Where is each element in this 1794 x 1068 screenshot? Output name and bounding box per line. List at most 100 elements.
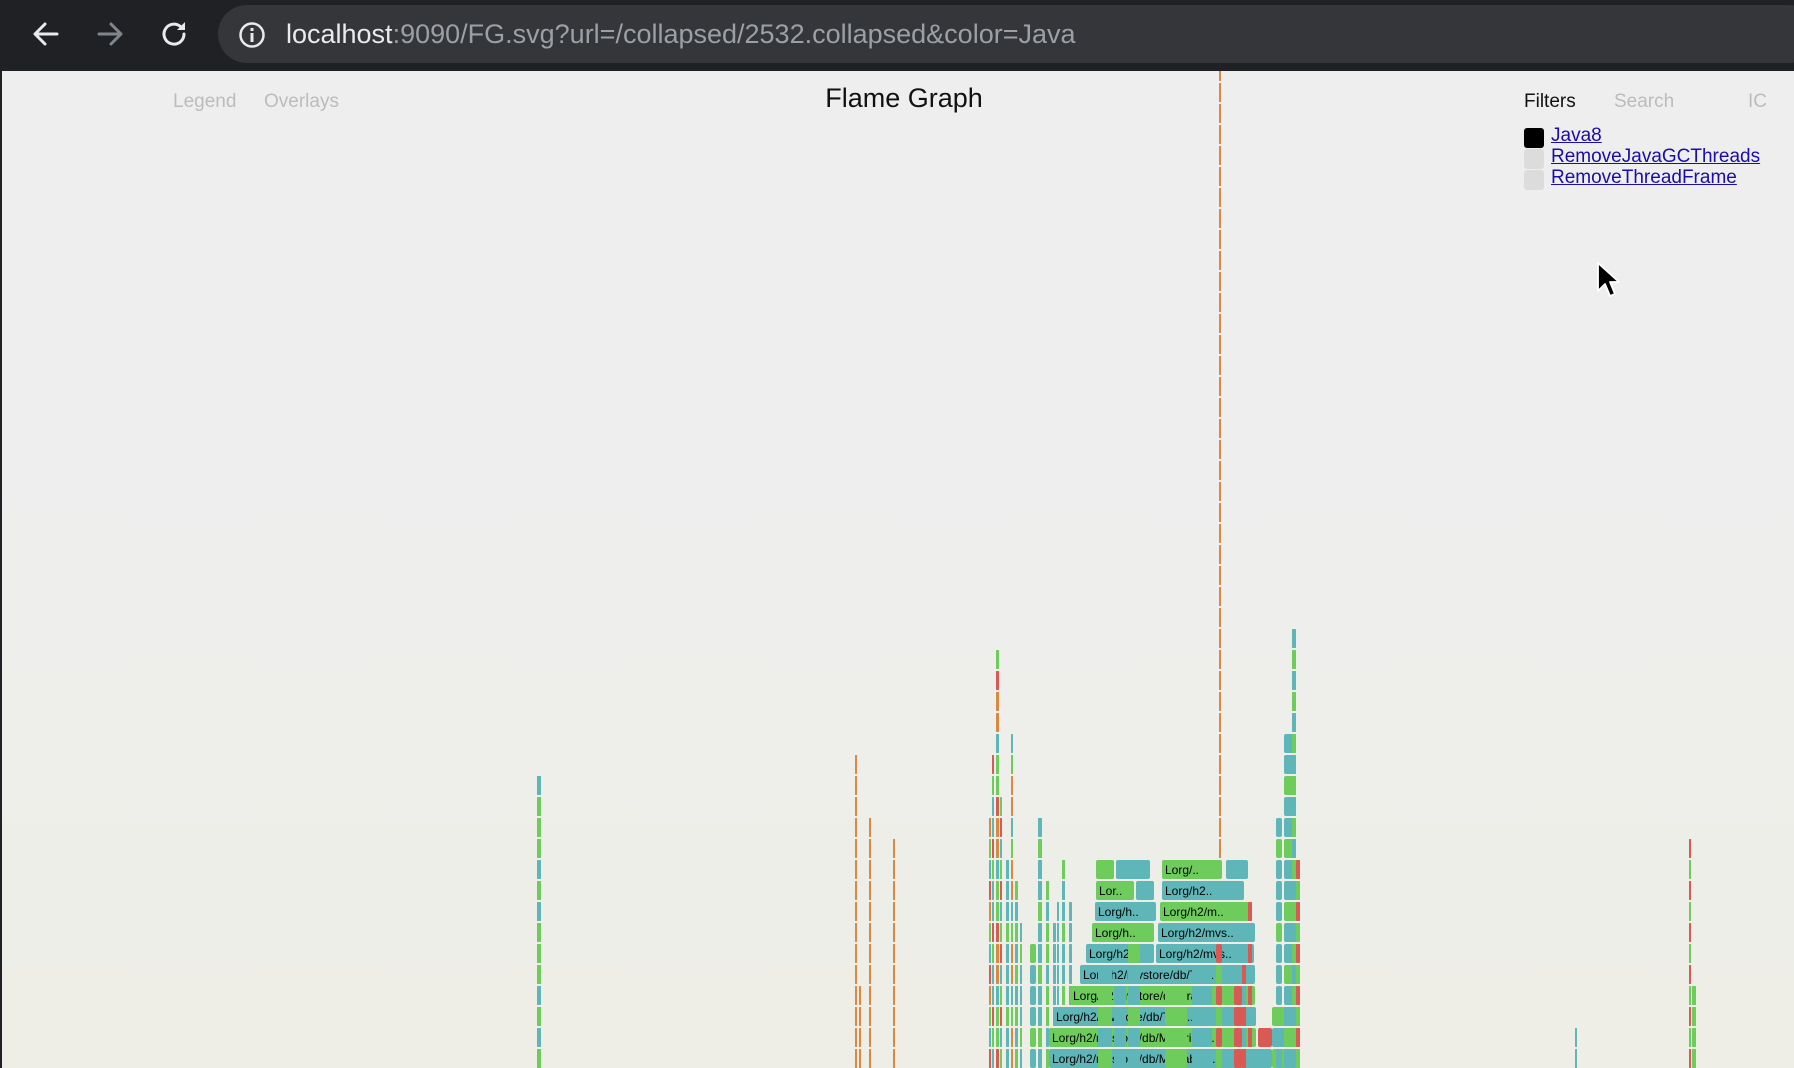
flame-frame[interactable] (1219, 230, 1221, 249)
flame-frame[interactable] (1015, 881, 1018, 900)
flame-frame[interactable] (869, 1028, 871, 1047)
flame-frame[interactable] (1242, 965, 1246, 984)
flame-frame[interactable] (893, 1049, 895, 1068)
flame-frame[interactable]: Lorg/h2/m.. (1160, 902, 1252, 921)
flame-frame[interactable] (1689, 1049, 1691, 1068)
flame-frame[interactable] (1292, 692, 1296, 711)
flame-frame[interactable] (869, 986, 871, 1005)
flame-frame[interactable] (1216, 1028, 1222, 1047)
flame-frame[interactable] (1030, 965, 1036, 984)
flame-frame[interactable] (855, 797, 857, 816)
flame-frame[interactable] (1011, 923, 1013, 942)
flame-frame[interactable] (1000, 818, 1002, 837)
flame-frame[interactable] (1015, 944, 1018, 963)
flame-frame[interactable] (1165, 986, 1187, 1005)
flame-frame[interactable] (1296, 902, 1300, 921)
flame-frame[interactable] (1248, 923, 1252, 942)
flame-frame[interactable] (893, 944, 895, 963)
flame-frame[interactable] (1030, 944, 1036, 963)
flame-frame[interactable] (1165, 1049, 1187, 1068)
flame-frame[interactable] (1011, 1028, 1013, 1047)
flame-frame[interactable] (1276, 902, 1282, 921)
flame-frame[interactable] (1006, 986, 1009, 1005)
flame-frame[interactable] (989, 1028, 991, 1047)
flame-frame[interactable] (989, 902, 991, 921)
flame-frame[interactable] (989, 986, 991, 1005)
flame-frame[interactable] (1219, 146, 1221, 165)
flame-frame[interactable] (537, 965, 541, 984)
flame-frame[interactable] (1219, 566, 1221, 585)
flame-frame[interactable] (1219, 776, 1221, 795)
flame-frame[interactable] (1015, 965, 1018, 984)
flame-frame[interactable] (1057, 923, 1059, 942)
flame-frame[interactable] (1219, 167, 1221, 186)
flame-frame[interactable] (1234, 1028, 1242, 1047)
flame-frame[interactable] (855, 944, 857, 963)
flame-frame[interactable] (1015, 1028, 1018, 1047)
flame-frame[interactable] (1057, 986, 1059, 1005)
flame-frame[interactable] (1006, 902, 1009, 921)
flame-frame[interactable] (1296, 881, 1300, 900)
flame-frame[interactable]: Lor.. (1096, 881, 1134, 900)
flame-frame[interactable] (1006, 1007, 1009, 1026)
flame-frame[interactable] (1276, 944, 1282, 963)
flame-frame[interactable] (992, 944, 994, 963)
flame-frame[interactable] (996, 713, 999, 732)
flame-frame[interactable] (1689, 902, 1691, 921)
flame-frame[interactable] (1689, 944, 1691, 963)
flame-frame[interactable] (992, 965, 994, 984)
flame-frame[interactable] (996, 1028, 999, 1047)
flame-frame[interactable] (992, 839, 994, 858)
flame-frame[interactable] (1242, 1028, 1246, 1047)
flame-frame[interactable] (1219, 293, 1221, 312)
flame-frame[interactable] (1114, 986, 1126, 1005)
flame-frame[interactable] (1128, 1028, 1140, 1047)
ic-link[interactable]: IC (1748, 91, 1767, 113)
filter-link-remove-java-gc-threads[interactable]: RemoveJavaGCThreads (1551, 146, 1760, 168)
flame-frame[interactable] (1276, 881, 1282, 900)
flame-frame[interactable] (996, 671, 999, 690)
flame-frame[interactable] (1292, 713, 1296, 732)
flame-frame[interactable] (1689, 923, 1691, 942)
flame-frame[interactable] (1053, 923, 1056, 942)
flame-frame[interactable] (1062, 902, 1065, 921)
flame-frame[interactable] (996, 818, 999, 837)
flame-frame[interactable] (1242, 944, 1246, 963)
flame-frame[interactable] (1219, 503, 1221, 522)
flame-frame[interactable] (1006, 1049, 1009, 1068)
flame-frame[interactable] (1276, 1028, 1282, 1047)
flame-frame[interactable] (1219, 377, 1221, 396)
reload-button[interactable] (150, 10, 198, 58)
flame-frame[interactable] (855, 860, 857, 879)
flame-frame[interactable] (1069, 944, 1072, 963)
flame-frame[interactable] (1038, 1007, 1042, 1026)
filter-link-remove-thread-frame[interactable]: RemoveThreadFrame (1551, 167, 1737, 189)
flame-frame[interactable] (1030, 1028, 1036, 1047)
flame-frame[interactable] (1038, 923, 1042, 942)
flame-frame[interactable] (1046, 944, 1049, 963)
flame-frame[interactable] (1057, 902, 1059, 921)
flame-frame[interactable] (859, 1049, 861, 1068)
flame-frame[interactable] (1692, 1028, 1696, 1047)
flame-frame[interactable] (1038, 818, 1042, 837)
flame-frame[interactable] (1219, 734, 1221, 753)
flame-frame[interactable] (1038, 965, 1042, 984)
flame-frame[interactable] (1046, 1028, 1049, 1047)
flame-frame[interactable] (1128, 1007, 1140, 1026)
flame-frame[interactable] (996, 797, 999, 816)
flame-frame[interactable] (893, 986, 895, 1005)
flame-frame[interactable] (1248, 902, 1252, 921)
address-bar[interactable]: localhost:9090/FG.svg?url=/collapsed/253… (218, 5, 1794, 63)
flame-frame[interactable] (989, 881, 991, 900)
flame-frame[interactable] (1219, 71, 1221, 81)
filter-checkbox[interactable] (1524, 128, 1544, 148)
flame-frame[interactable] (1020, 1049, 1022, 1068)
flame-frame[interactable] (1136, 881, 1154, 900)
flame-frame[interactable] (1030, 1007, 1036, 1026)
flame-frame[interactable] (1219, 713, 1221, 732)
flame-frame[interactable] (992, 755, 994, 774)
flame-frame[interactable] (893, 1028, 895, 1047)
flame-frame[interactable] (859, 1007, 861, 1026)
flame-frame[interactable] (537, 860, 541, 879)
flame-frame[interactable] (1011, 776, 1013, 795)
